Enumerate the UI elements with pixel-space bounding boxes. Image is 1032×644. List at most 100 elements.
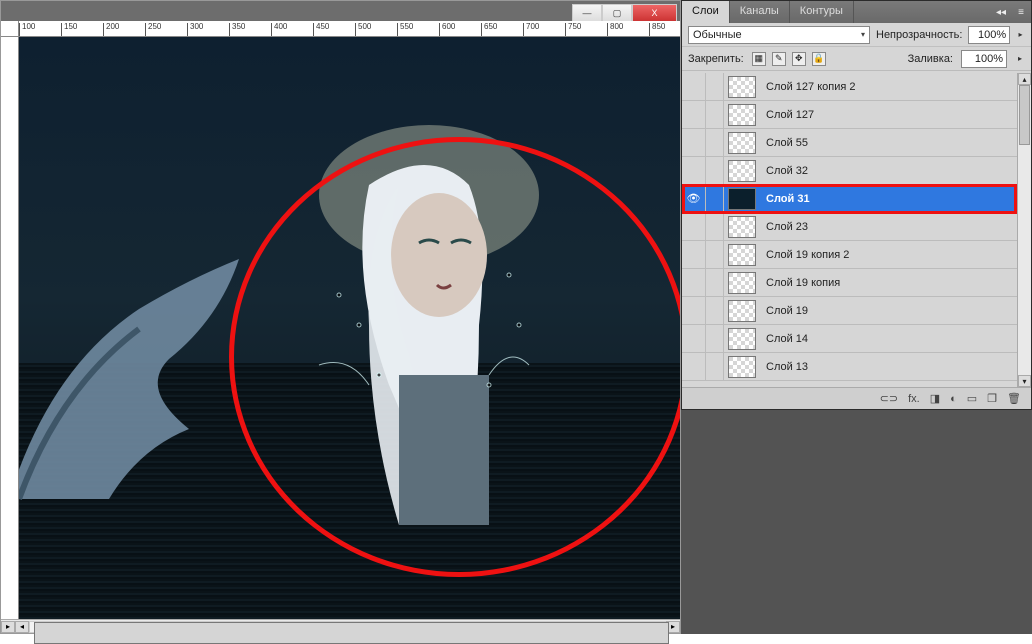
tab-channels[interactable]: Каналы (730, 1, 790, 23)
ruler-origin[interactable] (1, 21, 19, 37)
layer-name: Слой 31 (760, 193, 1017, 205)
layer-thumbnail[interactable] (728, 76, 756, 98)
layer-row[interactable]: Слой 127 копия 2 (682, 73, 1031, 101)
layer-thumbnail[interactable] (728, 132, 756, 154)
layer-row[interactable]: Слой 127 (682, 101, 1031, 129)
link-col[interactable] (706, 213, 724, 240)
tab-paths[interactable]: Контуры (790, 1, 854, 23)
tab-layers[interactable]: Слои (682, 1, 730, 23)
canvas-viewport[interactable] (19, 37, 680, 619)
lock-pixels-icon[interactable]: ✎ (772, 52, 786, 66)
layer-scrollbar[interactable]: ▴ ▾ (1017, 73, 1031, 387)
mask-icon[interactable]: ◨ (930, 392, 940, 405)
ruler-tick: 200 (103, 23, 119, 37)
layer-name: Слой 14 (760, 333, 1017, 345)
layer-name: Слой 127 (760, 109, 1017, 121)
fx-icon[interactable]: fx. (908, 393, 920, 405)
lock-position-icon[interactable]: ✥ (792, 52, 806, 66)
visibility-toggle[interactable] (682, 157, 706, 184)
scroll-up-icon[interactable]: ▴ (1018, 73, 1031, 85)
layer-thumbnail[interactable] (728, 272, 756, 294)
visibility-toggle[interactable] (682, 129, 706, 156)
link-col[interactable] (706, 73, 724, 100)
link-col[interactable] (706, 269, 724, 296)
layers-panel: Слои Каналы Контуры ◂◂ ≡ Обычные ▾ Непро… (681, 0, 1032, 410)
layer-row[interactable]: Слой 14 (682, 325, 1031, 353)
eye-icon: 👁 (687, 192, 701, 205)
layer-row[interactable]: Слой 55 (682, 129, 1031, 157)
lock-icons: ▦ ✎ ✥ 🔒 (752, 52, 826, 66)
visibility-toggle[interactable] (682, 325, 706, 352)
link-col[interactable] (706, 325, 724, 352)
adjustment-icon[interactable]: ◐ (950, 393, 957, 405)
ruler-tick: 800 (607, 23, 623, 37)
ruler-vertical[interactable] (1, 37, 19, 619)
layer-thumbnail[interactable] (728, 188, 756, 210)
layer-row[interactable]: 👁 Слой 31 (682, 185, 1031, 213)
new-layer-icon[interactable]: ❐ (987, 392, 997, 405)
ruler-tick: 850 (649, 23, 665, 37)
link-col[interactable] (706, 185, 724, 212)
layer-list: ▴ ▾ Слой 127 копия 2Слой 127Слой 55Слой … (682, 73, 1031, 387)
trash-icon[interactable]: 🗑 (1007, 392, 1021, 405)
panel-menu-icon[interactable]: ≡ (1011, 1, 1031, 23)
link-col[interactable] (706, 101, 724, 128)
opacity-flyout-icon[interactable]: ▸ (1016, 26, 1025, 44)
ruler-horizontal[interactable]: 1001502002503003504004505005506006507007… (19, 21, 680, 37)
layer-row[interactable]: Слой 13 (682, 353, 1031, 381)
lock-transparent-icon[interactable]: ▦ (752, 52, 766, 66)
blend-mode-dropdown[interactable]: Обычные ▾ (688, 26, 870, 44)
panel-tabbar: Слои Каналы Контуры ◂◂ ≡ (682, 1, 1031, 23)
layer-thumbnail[interactable] (728, 216, 756, 238)
minimize-button[interactable]: — (572, 4, 602, 22)
visibility-toggle[interactable] (682, 73, 706, 100)
lock-all-icon[interactable]: 🔒 (812, 52, 826, 66)
lock-fill-row: Закрепить: ▦ ✎ ✥ 🔒 Заливка: 100% ▸ (682, 47, 1031, 71)
maximize-button[interactable]: ▢ (602, 4, 632, 22)
link-col[interactable] (706, 241, 724, 268)
layer-thumbnail[interactable] (728, 356, 756, 378)
layer-row[interactable]: Слой 19 копия 2 (682, 241, 1031, 269)
scroll-thumb[interactable] (34, 622, 669, 644)
visibility-toggle[interactable] (682, 101, 706, 128)
visibility-toggle[interactable] (682, 213, 706, 240)
link-col[interactable] (706, 297, 724, 324)
scroll-down-icon[interactable]: ▾ (1018, 375, 1031, 387)
layer-row[interactable]: Слой 19 копия (682, 269, 1031, 297)
layer-row[interactable]: Слой 19 (682, 297, 1031, 325)
close-button[interactable]: X (632, 4, 677, 22)
layer-thumbnail[interactable] (728, 300, 756, 322)
link-col[interactable] (706, 129, 724, 156)
visibility-toggle[interactable] (682, 241, 706, 268)
layer-thumbnail[interactable] (728, 160, 756, 182)
blend-opacity-row: Обычные ▾ Непрозрачность: 100% ▸ (682, 23, 1031, 47)
ruler-tick: 400 (271, 23, 287, 37)
scroll-left-button[interactable]: ▸ (1, 621, 15, 633)
link-col[interactable] (706, 353, 724, 380)
group-icon[interactable]: ▭ (967, 392, 977, 405)
fill-flyout-icon[interactable]: ▸ (1015, 50, 1025, 68)
collapse-icon[interactable]: ◂◂ (991, 1, 1011, 23)
opacity-input[interactable]: 100% (968, 26, 1010, 44)
visibility-toggle[interactable]: 👁 (682, 185, 706, 212)
ruler-tick: 650 (481, 23, 497, 37)
horizontal-scrollbar[interactable]: ▸ ◂ ▸ (1, 619, 680, 633)
scroll-left-arrow[interactable]: ◂ (15, 621, 29, 633)
link-layers-icon[interactable]: ⊂⊃ (880, 392, 898, 405)
layer-row[interactable]: Слой 32 (682, 157, 1031, 185)
visibility-toggle[interactable] (682, 353, 706, 380)
visibility-toggle[interactable] (682, 297, 706, 324)
link-col[interactable] (706, 157, 724, 184)
ruler-tick: 300 (187, 23, 203, 37)
layer-row[interactable]: Слой 23 (682, 213, 1031, 241)
layer-thumbnail[interactable] (728, 328, 756, 350)
ruler-tick: 750 (565, 23, 581, 37)
annotation-circle (229, 137, 680, 577)
layer-thumbnail[interactable] (728, 104, 756, 126)
fill-input[interactable]: 100% (961, 50, 1007, 68)
ruler-tick: 100 (19, 23, 35, 37)
scroll-track[interactable] (29, 621, 666, 633)
layer-scroll-thumb[interactable] (1019, 85, 1030, 145)
visibility-toggle[interactable] (682, 269, 706, 296)
layer-thumbnail[interactable] (728, 244, 756, 266)
